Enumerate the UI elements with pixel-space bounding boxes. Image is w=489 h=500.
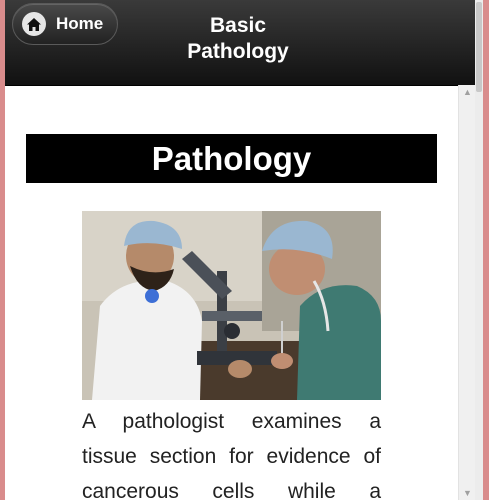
content-area: Pathology A pathologist examines a tissu…	[5, 86, 458, 500]
scrollbar-thumb[interactable]	[476, 2, 482, 92]
up-arrow-icon[interactable]: ▲	[463, 87, 472, 97]
app-frame: Home Basic Pathology Pathology A patholo…	[5, 0, 483, 500]
home-button[interactable]: Home	[12, 3, 118, 45]
page-header-title: Basic Pathology	[155, 13, 321, 65]
home-label: Home	[56, 14, 104, 33]
home-icon	[22, 12, 46, 36]
window-scrollbar[interactable]	[475, 0, 483, 500]
caption-line: tissue section for evidence of	[82, 445, 381, 468]
content-scrollbar[interactable]: ▲ ▼	[458, 85, 476, 500]
photo-caption: A pathologist examines a tissue section …	[82, 404, 381, 500]
pathologists-photo	[82, 211, 381, 400]
section-title: Pathology	[26, 134, 437, 183]
header-bar: Home Basic Pathology	[5, 0, 483, 86]
title-line-1: Basic	[209, 14, 267, 37]
down-arrow-icon[interactable]: ▼	[463, 488, 472, 498]
caption-line: cancerous cells while a	[82, 480, 381, 500]
caption-line: A pathologist examines a	[82, 410, 381, 433]
title-line-2: Pathology	[187, 40, 289, 63]
